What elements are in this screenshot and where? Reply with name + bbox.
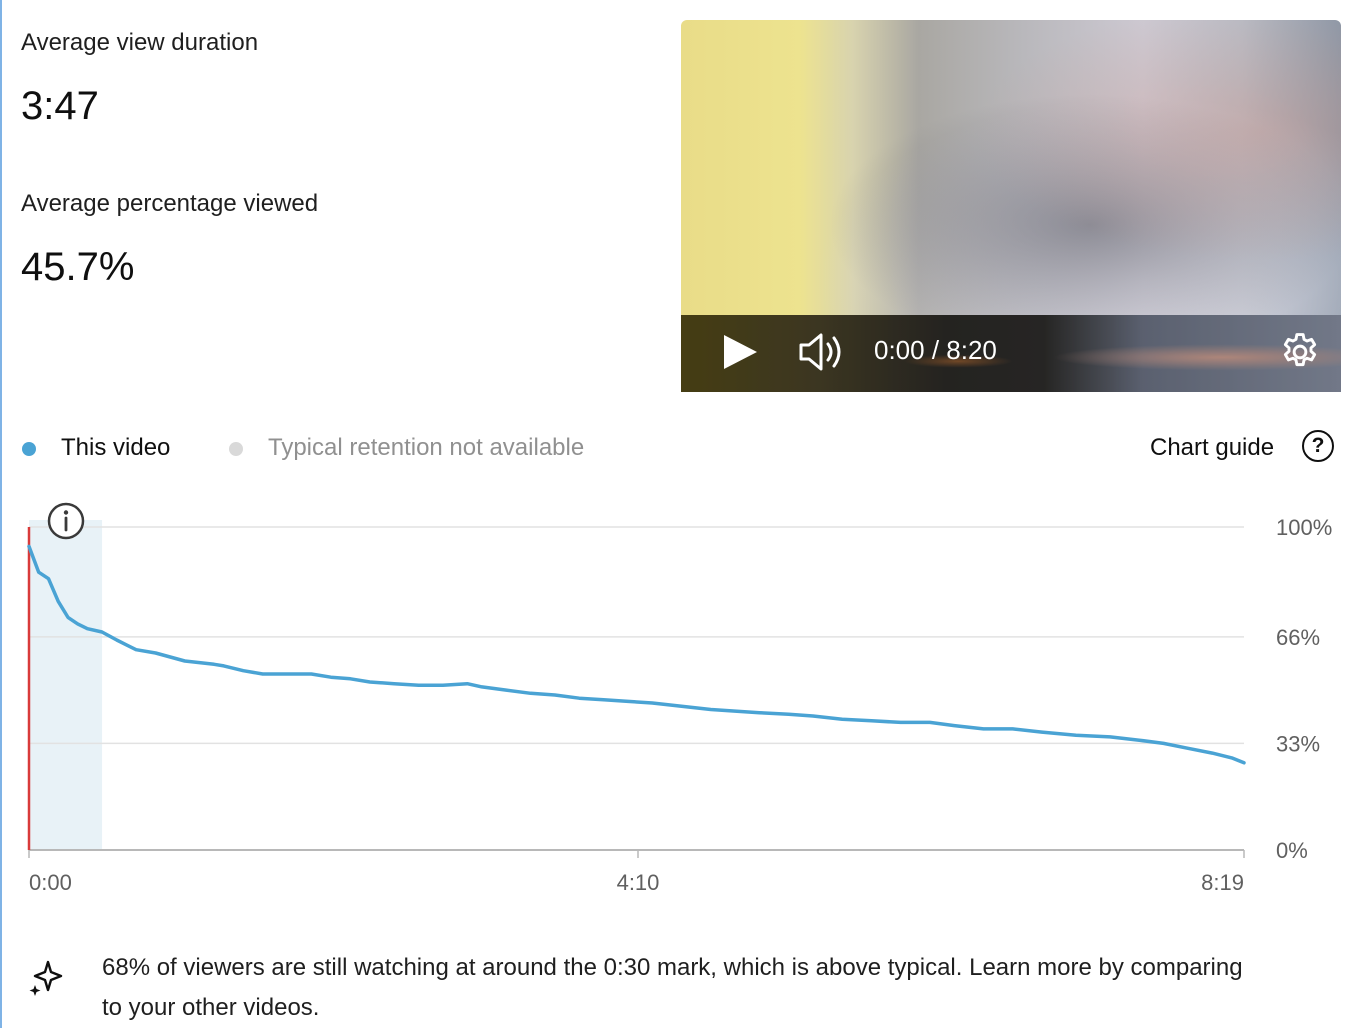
play-icon[interactable] bbox=[721, 333, 759, 371]
settings-gear-icon[interactable] bbox=[1278, 330, 1322, 374]
y-tick-label: 33% bbox=[1276, 731, 1320, 756]
avg-view-duration-label: Average view duration bbox=[21, 29, 259, 56]
avg-view-duration-value: 3:47 bbox=[21, 84, 99, 128]
y-tick-label: 100% bbox=[1276, 515, 1332, 540]
video-player[interactable]: 0:00 / 8:20 bbox=[681, 20, 1341, 392]
sparkle-icon bbox=[29, 960, 63, 996]
y-tick-label: 66% bbox=[1276, 625, 1320, 650]
controls-bar bbox=[681, 315, 1341, 392]
avg-percentage-viewed-value: 45.7% bbox=[21, 245, 135, 289]
avg-percentage-viewed-label: Average percentage viewed bbox=[21, 190, 319, 217]
info-icon[interactable] bbox=[47, 502, 85, 540]
x-tick-label: 0:00 bbox=[29, 870, 72, 895]
chart-guide-link[interactable]: Chart guide bbox=[1150, 434, 1274, 462]
retention-series-line bbox=[27, 544, 1246, 765]
insight-message: 68% of viewers are still watching at aro… bbox=[102, 954, 1243, 1021]
first-30s-highlight bbox=[29, 520, 103, 850]
time-display: 0:00 / 8:20 bbox=[874, 335, 997, 365]
x-tick-label: 4:10 bbox=[617, 870, 660, 895]
x-tick-label: 8:19 bbox=[1201, 870, 1244, 895]
typical-retention-legend-label: Typical retention not available bbox=[268, 434, 585, 461]
this-video-legend-label: This video bbox=[61, 434, 171, 461]
this-video-legend-dot bbox=[22, 442, 36, 456]
volume-icon[interactable] bbox=[797, 332, 845, 372]
typical-retention-legend-dot bbox=[229, 442, 243, 456]
retention-chart[interactable]: 100% 66% 33% 0% 0:00 4:10 8:19 bbox=[0, 500, 1358, 900]
y-tick-label: 0% bbox=[1276, 838, 1308, 863]
help-icon[interactable]: ? bbox=[1302, 430, 1334, 462]
